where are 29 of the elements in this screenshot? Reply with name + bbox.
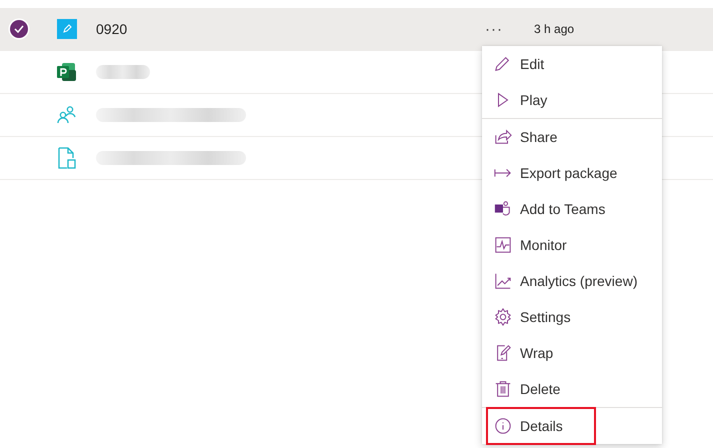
menu-item[interactable]: Play <box>487 82 657 118</box>
trash-icon <box>494 380 512 398</box>
menu-item[interactable]: Analytics (preview) <box>487 263 657 299</box>
settings-icon <box>494 308 512 326</box>
people-icon <box>57 105 77 125</box>
menu-item[interactable]: Edit <box>487 46 657 82</box>
menu-item[interactable]: Delete <box>487 371 657 407</box>
more-button[interactable]: ··· <box>485 20 503 38</box>
app-icon <box>57 19 77 39</box>
project-icon <box>56 61 78 83</box>
menu-item[interactable]: Add to Teams <box>487 191 657 227</box>
menu-item[interactable]: Wrap <box>487 335 657 371</box>
modified-time: 3 h ago <box>534 22 574 36</box>
app-name[interactable]: 0920 <box>96 21 128 37</box>
teams-icon <box>494 200 512 218</box>
menu-item[interactable]: Share <box>487 119 657 155</box>
menu-item[interactable]: Export package <box>487 155 657 191</box>
share-icon <box>494 128 512 146</box>
phone-pencil-icon <box>494 344 512 362</box>
redaction-bar <box>96 65 150 79</box>
checked-circle[interactable] <box>10 20 28 38</box>
menu-item[interactable]: Settings <box>487 299 657 335</box>
info-icon <box>494 417 512 435</box>
document-icon <box>57 147 77 169</box>
monitor-icon <box>494 236 512 254</box>
pencil-icon <box>494 55 512 73</box>
menu-item[interactable]: Details <box>487 408 595 444</box>
chart-icon <box>494 272 512 290</box>
menu-item[interactable]: Monitor <box>487 227 657 263</box>
